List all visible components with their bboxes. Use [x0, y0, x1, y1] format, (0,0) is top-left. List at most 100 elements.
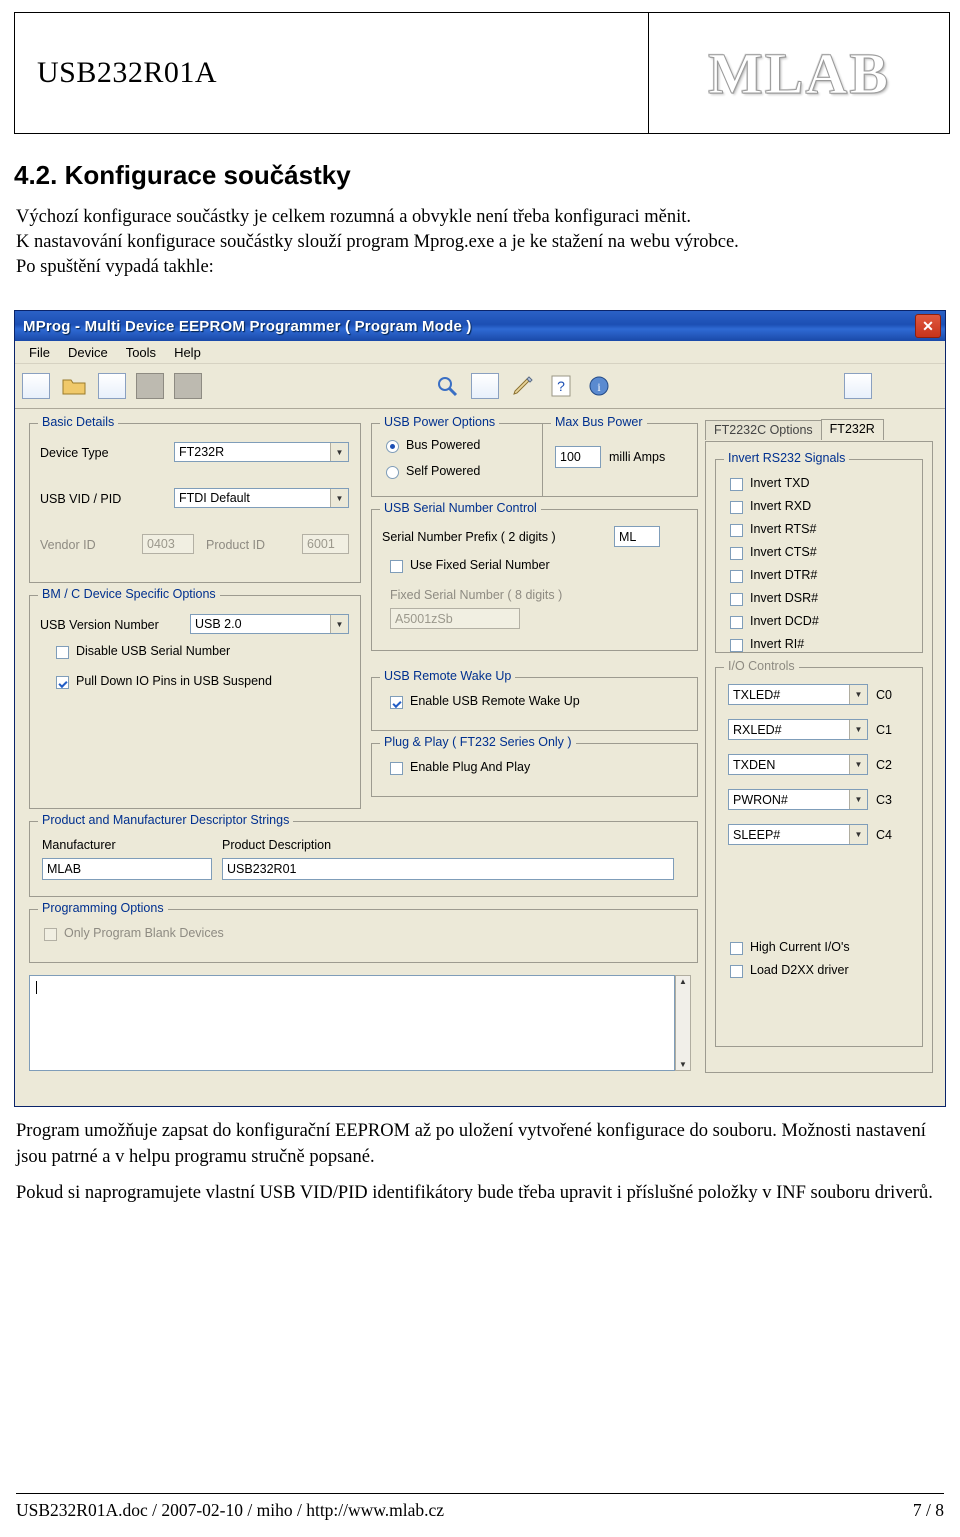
device-icon[interactable]	[841, 369, 875, 403]
basic-details-legend: Basic Details	[38, 415, 119, 429]
invert-cts-checkbox[interactable]	[730, 547, 743, 560]
fixed-serial-field[interactable]: A5001zSb	[390, 608, 520, 629]
program-icon[interactable]	[506, 369, 540, 403]
tab-ft232r[interactable]: FT232R	[820, 419, 884, 440]
high-current-io-checkbox[interactable]	[730, 942, 743, 955]
chevron-down-icon[interactable]: ▼	[330, 489, 348, 507]
chevron-down-icon[interactable]: ▼	[849, 825, 867, 844]
milli-amps-label: milli Amps	[609, 450, 666, 464]
manufacturer-field[interactable]: MLAB	[42, 858, 212, 880]
invert-txd-checkbox[interactable]	[730, 478, 743, 491]
programming-options-group: Programming Options Only Program Blank D…	[29, 901, 698, 963]
max-bus-power-field[interactable]: 100	[555, 446, 601, 468]
io-control-c1-combo[interactable]: RXLED# ▼	[728, 719, 868, 740]
scroll-down-icon[interactable]: ▼	[679, 1059, 687, 1070]
use-fixed-serial-checkbox[interactable]	[390, 560, 403, 573]
chevron-down-icon[interactable]: ▼	[330, 615, 348, 633]
product-description-label: Product Description	[222, 838, 332, 852]
io-controls-group: I/O Controls TXLED# ▼ C0 RXLED# ▼ C1 TXD…	[715, 659, 923, 1047]
max-bus-power-group: Max Bus Power 100 milli Amps	[542, 415, 698, 497]
menu-device[interactable]: Device	[60, 343, 116, 362]
io-control-c2-combo[interactable]: TXDEN ▼	[728, 754, 868, 775]
plug-and-play-legend: Plug & Play ( FT232 Series Only )	[380, 735, 576, 749]
usb-vid-pid-value: FTDI Default	[179, 491, 250, 505]
fixed-serial-label: Fixed Serial Number ( 8 digits )	[390, 588, 563, 602]
intro-paragraph: Výchozí konfigurace součástky je celkem …	[16, 205, 916, 280]
section-heading: 4.2. Konfigurace součástky	[14, 160, 351, 190]
self-powered-label: Self Powered	[406, 464, 481, 478]
about-icon[interactable]: i	[582, 369, 616, 403]
invert-ri-label: Invert RI#	[750, 637, 805, 651]
new-doc-icon[interactable]	[19, 369, 53, 403]
device-type-combo[interactable]: FT232R ▼	[174, 442, 349, 462]
io-control-c0-pin: C0	[876, 688, 892, 702]
usb-version-combo[interactable]: USB 2.0 ▼	[190, 614, 349, 634]
max-bus-power-legend: Max Bus Power	[551, 415, 647, 429]
use-fixed-serial-label: Use Fixed Serial Number	[410, 558, 550, 572]
log-scrollbar[interactable]: ▲ ▼	[675, 975, 691, 1071]
pull-down-io-label: Pull Down IO Pins in USB Suspend	[76, 674, 272, 688]
invert-rs232-group: Invert RS232 Signals Invert TXD Invert R…	[715, 451, 923, 653]
menu-help[interactable]: Help	[166, 343, 209, 362]
bm-device-options-legend: BM / C Device Specific Options	[38, 587, 220, 601]
vendor-id-field[interactable]: 0403	[142, 534, 194, 554]
log-textarea[interactable]	[29, 975, 675, 1071]
self-powered-radio[interactable]	[386, 466, 399, 479]
product-description-field[interactable]: USB232R01	[222, 858, 674, 880]
stop-icon	[133, 369, 167, 403]
enable-plug-and-play-checkbox[interactable]	[390, 762, 403, 775]
invert-rxd-checkbox[interactable]	[730, 501, 743, 514]
io-control-c3-pin: C3	[876, 793, 892, 807]
invert-ri-checkbox[interactable]	[730, 639, 743, 652]
menu-file[interactable]: File	[21, 343, 58, 362]
chevron-down-icon[interactable]: ▼	[849, 685, 867, 704]
intro-line-2: K nastavování konfigurace součástky slou…	[16, 232, 739, 252]
tab-ft2232c-options[interactable]: FT2232C Options	[705, 420, 822, 440]
only-blank-devices-checkbox[interactable]	[44, 928, 57, 941]
help-question-icon[interactable]: ?	[544, 369, 578, 403]
footer-right: 7 / 8	[912, 1500, 944, 1520]
menu-tools[interactable]: Tools	[118, 343, 164, 362]
document-header: USB232R01A MLAB	[14, 12, 950, 134]
chevron-down-icon[interactable]: ▼	[849, 720, 867, 739]
io-control-c1-pin: C1	[876, 723, 892, 737]
window-body: Basic Details Device Type FT232R ▼ USB V…	[15, 409, 945, 1108]
chevron-down-icon[interactable]: ▼	[849, 790, 867, 809]
descriptor-strings-legend: Product and Manufacturer Descriptor Stri…	[38, 813, 294, 827]
scroll-up-icon[interactable]: ▲	[679, 976, 687, 987]
invert-dtr-checkbox[interactable]	[730, 570, 743, 583]
enable-plug-and-play-label: Enable Plug And Play	[410, 760, 531, 774]
io-control-c4-combo[interactable]: SLEEP# ▼	[728, 824, 868, 845]
io-controls-legend: I/O Controls	[724, 659, 799, 673]
io-control-c3-combo[interactable]: PWRON# ▼	[728, 789, 868, 810]
load-d2xx-driver-checkbox[interactable]	[730, 965, 743, 978]
enable-remote-wakeup-checkbox[interactable]	[390, 696, 403, 709]
chevron-down-icon[interactable]: ▼	[330, 443, 348, 461]
io-control-c2-value: TXDEN	[733, 757, 776, 772]
footer-left: USB232R01A.doc / 2007-02-10 / miho / htt…	[16, 1500, 445, 1520]
pull-down-io-checkbox[interactable]	[56, 676, 69, 689]
chevron-down-icon[interactable]: ▼	[849, 755, 867, 774]
after-paragraph-1: Program umožňuje zapsat do konfigurační …	[16, 1121, 926, 1167]
serial-prefix-field[interactable]: ML	[614, 526, 660, 547]
after-paragraph-2: Pokud si naprogramujete vlastní USB VID/…	[16, 1183, 933, 1203]
edit-doc-icon[interactable]	[95, 369, 129, 403]
invert-dsr-checkbox[interactable]	[730, 593, 743, 606]
open-folder-icon[interactable]	[57, 369, 91, 403]
usb-vid-pid-combo[interactable]: FTDI Default ▼	[174, 488, 349, 508]
svg-text:?: ?	[557, 378, 565, 394]
invert-rts-checkbox[interactable]	[730, 524, 743, 537]
io-control-c2-pin: C2	[876, 758, 892, 772]
product-id-field[interactable]: 6001	[302, 534, 349, 554]
programming-options-legend: Programming Options	[38, 901, 168, 915]
device-type-label: Device Type	[40, 446, 109, 460]
invert-dcd-checkbox[interactable]	[730, 616, 743, 629]
usb-remote-wakeup-legend: USB Remote Wake Up	[380, 669, 516, 683]
scan-icon[interactable]	[430, 369, 464, 403]
io-control-c0-combo[interactable]: TXLED# ▼	[728, 684, 868, 705]
close-icon[interactable]: ✕	[915, 314, 941, 338]
bus-powered-radio[interactable]	[386, 440, 399, 453]
invert-cts-label: Invert CTS#	[750, 545, 817, 559]
erase-icon[interactable]	[468, 369, 502, 403]
disable-usb-serial-checkbox[interactable]	[56, 646, 69, 659]
